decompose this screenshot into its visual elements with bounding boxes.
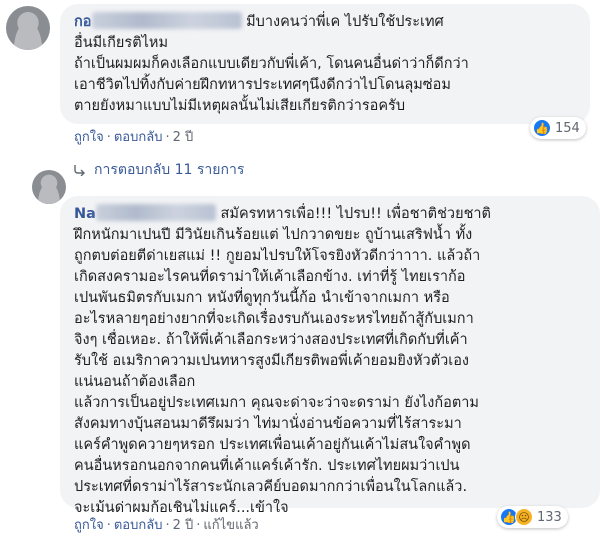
like-link[interactable]: ถูกใจ (74, 130, 104, 145)
reply-link[interactable]: ตอบกลับ (114, 130, 163, 145)
comment-text: กอ มีบางคนว่าพี่เค ไปรับใช้ประเทศ อื่นมี… (74, 12, 584, 117)
comment-author[interactable]: กอ (74, 12, 242, 30)
comment-bubble: Na สมัครทหารเพื่อ!!! ไปรบ!! เพื่อชาติช่ว… (60, 196, 600, 516)
comment-time[interactable]: 2 ปี (173, 130, 194, 145)
comment-bubble: กอ มีบางคนว่าพี่เค ไปรับใช้ประเทศ อื่นมี… (60, 4, 590, 124)
reaction-count: 133 (537, 509, 562, 525)
comment-text: Na สมัครทหารเพื่อ!!! ไปรบ!! เพื่อชาติช่ว… (74, 204, 594, 519)
reply-link[interactable]: ตอบกลับ (114, 518, 163, 533)
comment-first-line: สมัครทหารเพื่อ!!! ไปรบ!! เพื่อชาติช่วยชา… (220, 206, 491, 222)
comment-author[interactable]: Na (74, 204, 216, 222)
reaction-summary[interactable]: 👍 154 (530, 117, 586, 139)
like-link[interactable]: ถูกใจ (74, 518, 104, 533)
redacted-name (91, 12, 242, 29)
comment-body: ฝึกหนักมาเปนปี มีวินัยเกินร้อยแต่ ไปกวาด… (74, 227, 481, 516)
avatar[interactable] (32, 170, 66, 204)
reaction-summary[interactable]: 👍 ☹ 133 (497, 506, 568, 528)
comment-time[interactable]: 2 ปี (173, 518, 194, 533)
edited-label[interactable]: แก้ไขแล้ว (203, 518, 258, 533)
redacted-name (95, 204, 216, 221)
comment-body: อื่นมีเกียรติไหม ถ้าเป็นผมผมก็คงเลือกแบบ… (74, 35, 469, 114)
like-icon: 👍 (533, 119, 551, 137)
comment-actions: ถูกใจ · ตอบกลับ · 2 ปี (74, 130, 194, 145)
view-replies-label: การตอบกลับ 11 รายการ (94, 162, 245, 178)
avatar[interactable] (6, 6, 50, 50)
reaction-count: 154 (555, 120, 580, 136)
comment-first-line: มีบางคนว่าพี่เค ไปรับใช้ประเทศ (246, 14, 444, 30)
comment-actions: ถูกใจ · ตอบกลับ · 2 ปี · แก้ไขแล้ว (74, 518, 259, 533)
sad-icon: ☹ (515, 508, 533, 526)
reply-arrow-icon (74, 165, 85, 176)
view-replies-link[interactable]: การตอบกลับ 11 รายการ (74, 159, 244, 181)
